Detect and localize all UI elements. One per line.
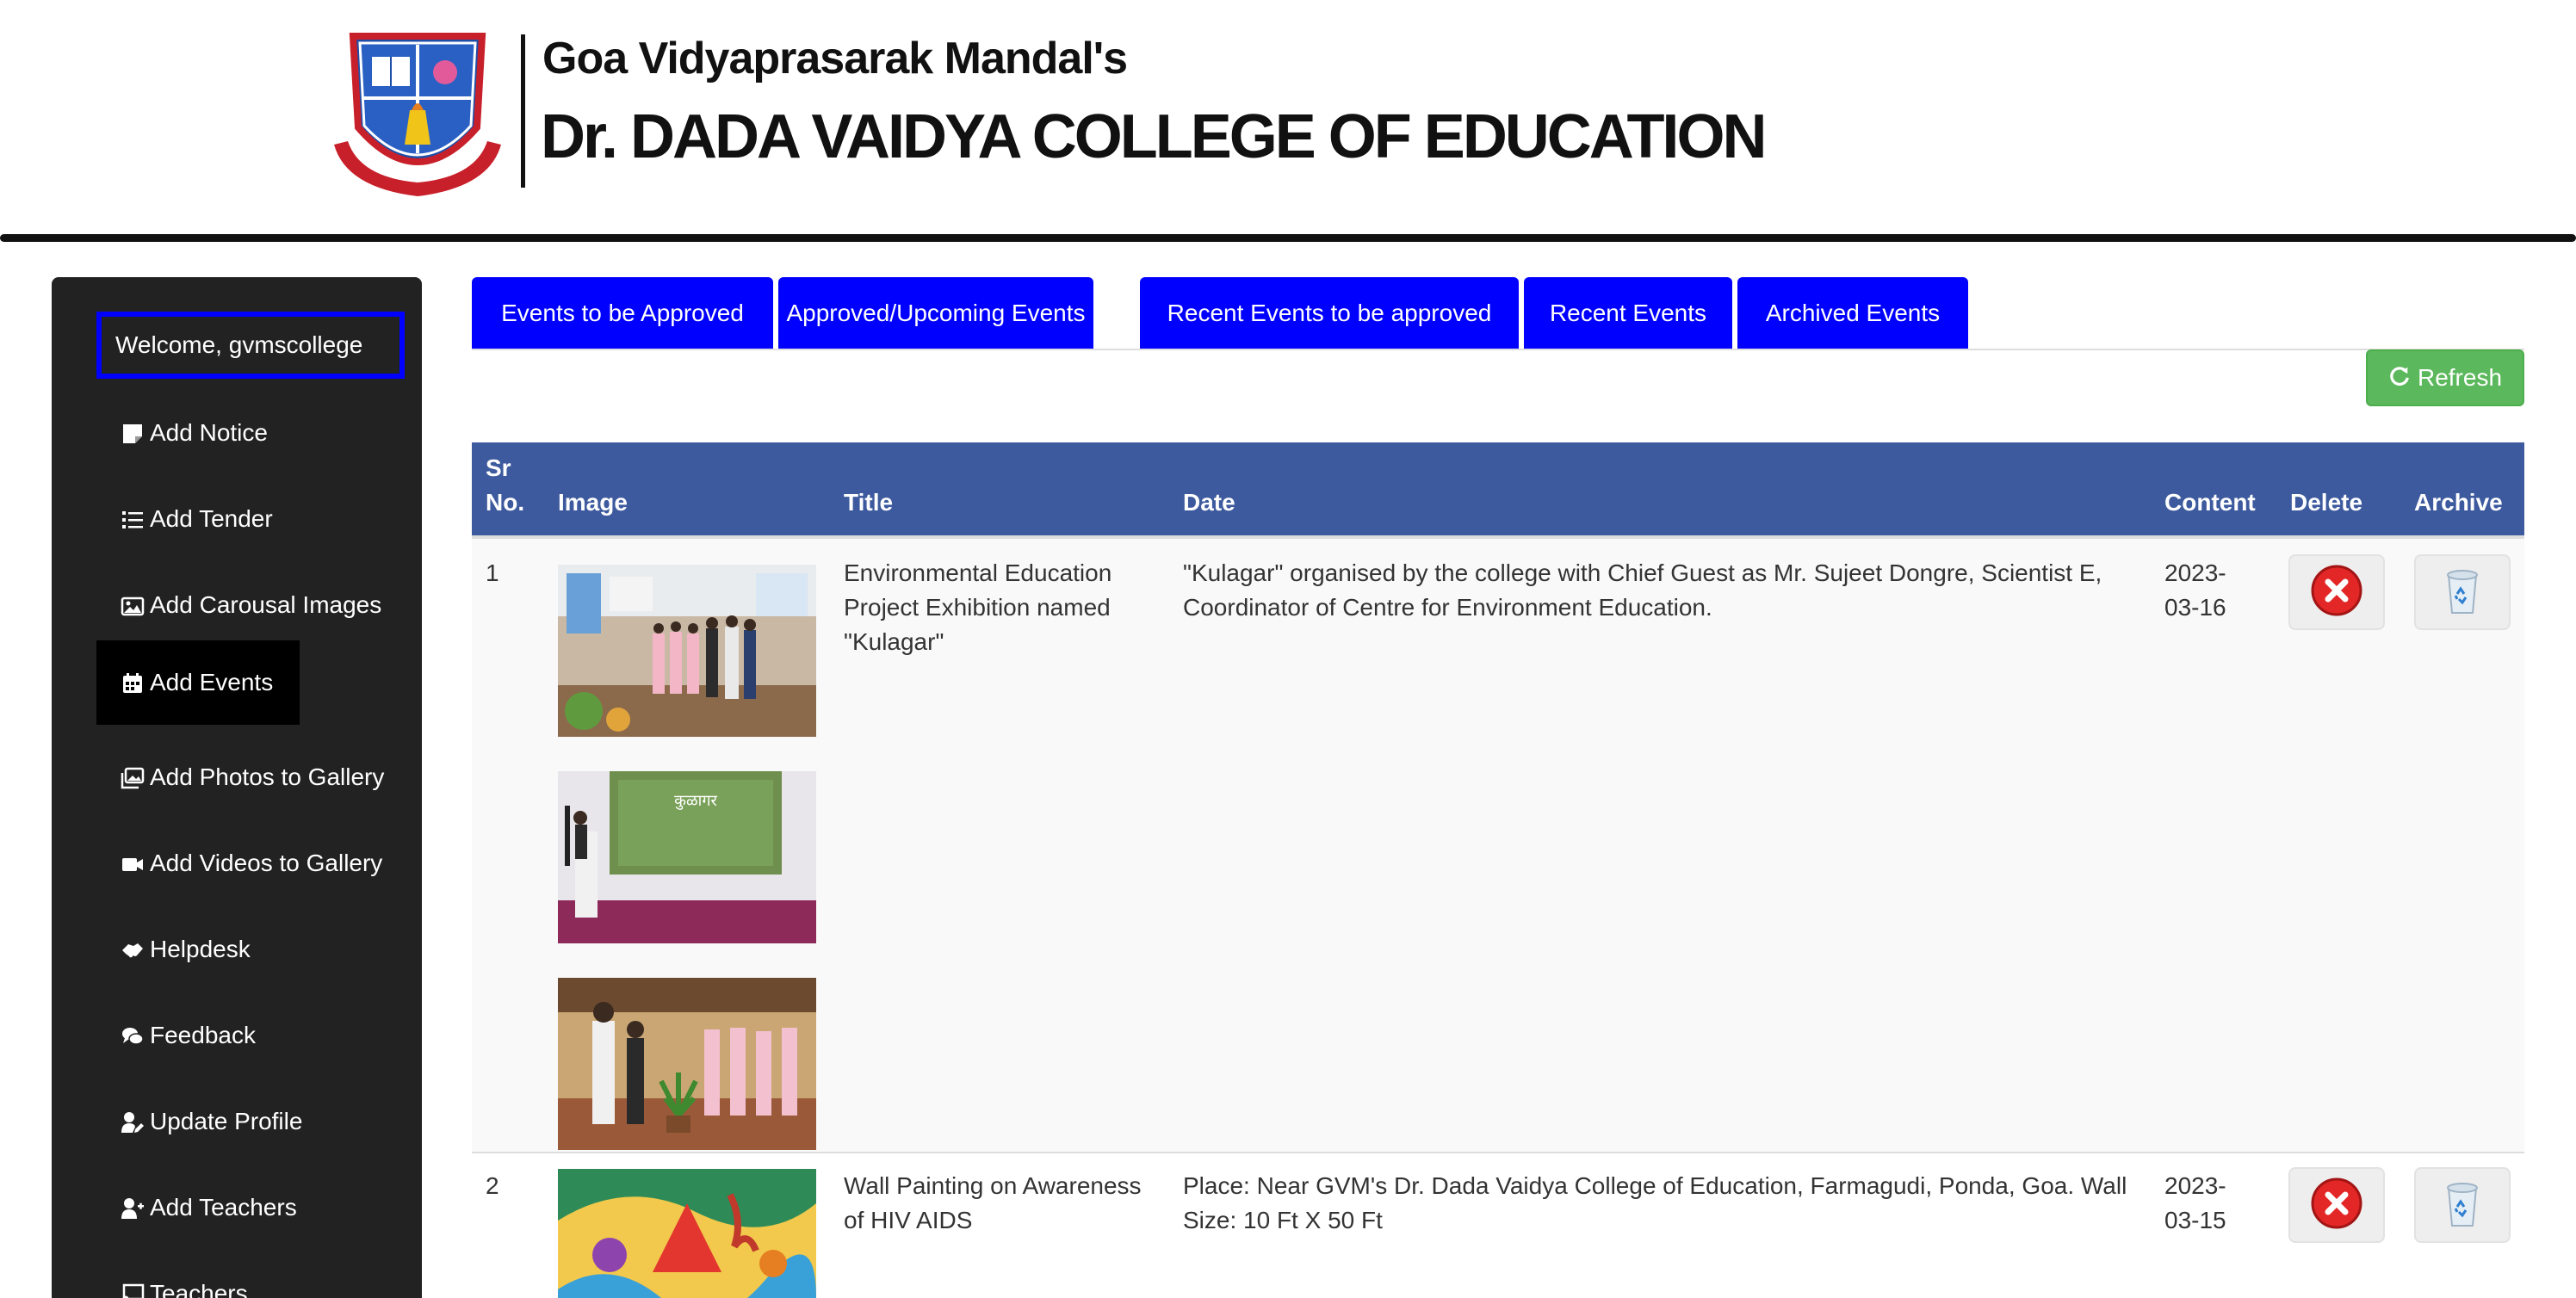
sidebar-item-label: Add Videos to Gallery — [150, 850, 383, 876]
event-photo-exhibition-group[interactable] — [558, 565, 816, 737]
archive-button[interactable] — [2414, 1167, 2511, 1243]
sidebar-item-add-notice[interactable]: Add Notice — [96, 391, 292, 475]
chalkboard-icon — [121, 1281, 146, 1298]
handshake-icon — [121, 936, 146, 962]
refresh-icon — [2388, 364, 2411, 392]
sidebar-item-label: Update Profile — [150, 1108, 303, 1134]
sidebar-item-add-photos-to-gallery[interactable]: Add Photos to Gallery — [96, 735, 408, 819]
col-title: Title — [844, 489, 894, 516]
col-sr-line2: No. — [486, 489, 525, 516]
refresh-button[interactable]: Refresh — [2366, 349, 2524, 406]
sidebar-item-label: Add Teachers — [150, 1194, 297, 1221]
event-date: "Kulagar" organised by the college with … — [1183, 559, 2102, 621]
sidebar-item-teachers[interactable]: Teachers — [96, 1252, 272, 1298]
tab-recent-events[interactable]: Recent Events — [1524, 277, 1732, 349]
images-icon — [121, 764, 146, 790]
calendar-icon — [121, 670, 146, 695]
table-row: 1 कुळागर Environmental Education Project… — [472, 539, 2524, 1153]
event-photo-presentation[interactable]: कुळागर — [558, 771, 816, 943]
sidebar: Welcome, gvmscollege Add Notice Add Tend… — [52, 277, 422, 1298]
tab-events-to-be-approved[interactable]: Events to be Approved — [472, 277, 773, 349]
row-sr: 1 — [486, 559, 499, 586]
recycle-bin-icon — [2435, 563, 2490, 622]
col-date: Date — [1183, 489, 1235, 516]
comments-icon — [121, 1023, 146, 1048]
sticky-note-icon — [121, 420, 146, 446]
col-image: Image — [558, 489, 628, 516]
image-icon — [121, 592, 146, 618]
sidebar-item-label: Add Notice — [150, 419, 268, 446]
col-sr-line1: Sr — [486, 454, 511, 481]
tabs-divider — [472, 349, 2524, 350]
page-header: Goa Vidyaprasarak Mandal's Dr. DADA VAID… — [0, 0, 2576, 243]
recycle-bin-icon — [2435, 1176, 2490, 1235]
table-row: 2 Wall Painting on Awareness of HIV AIDS… — [472, 1153, 2524, 1298]
user-edit-icon — [121, 1109, 146, 1134]
sidebar-item-add-events[interactable]: Add Events — [96, 640, 300, 725]
sidebar-item-add-videos-to-gallery[interactable]: Add Videos to Gallery — [96, 821, 406, 906]
refresh-label: Refresh — [2417, 364, 2503, 391]
row-sr: 2 — [486, 1172, 499, 1199]
welcome-label: Welcome, gvmscollege — [96, 312, 405, 379]
event-title: Environmental Education Project Exhibiti… — [844, 559, 1112, 655]
event-title: Wall Painting on Awareness of HIV AIDS — [844, 1172, 1142, 1233]
header-divider — [521, 34, 525, 188]
college-name: Dr. DADA VAIDYA COLLEGE OF EDUCATION — [541, 102, 1767, 171]
delete-button[interactable] — [2288, 554, 2385, 630]
sidebar-item-label: Feedback — [150, 1022, 256, 1048]
col-content: Content — [2164, 489, 2256, 516]
org-name: Goa Vidyaprasarak Mandal's — [542, 34, 1128, 83]
delete-x-icon — [2309, 563, 2364, 622]
col-delete: Delete — [2290, 489, 2363, 516]
list-icon — [121, 506, 146, 532]
sidebar-item-add-teachers[interactable]: Add Teachers — [96, 1165, 321, 1250]
sidebar-item-label: Helpdesk — [150, 936, 251, 962]
sidebar-item-label: Add Photos to Gallery — [150, 763, 385, 790]
sidebar-item-update-profile[interactable]: Update Profile — [96, 1079, 326, 1164]
col-archive: Archive — [2414, 489, 2503, 516]
events-table: Sr No. Image Title Date Content Delete A… — [472, 442, 2524, 1298]
tab-recent-events-to-be-approved[interactable]: Recent Events to be approved — [1140, 277, 1519, 349]
archive-button[interactable] — [2414, 554, 2511, 630]
sidebar-item-label: Add Carousal Images — [150, 591, 382, 618]
user-plus-icon — [121, 1195, 146, 1221]
sidebar-item-label: Add Events — [150, 669, 274, 695]
sidebar-item-label: Add Tender — [150, 505, 273, 532]
event-date: Place: Near GVM's Dr. Dada Vaidya Colleg… — [1183, 1172, 2127, 1233]
sidebar-item-feedback[interactable]: Feedback — [96, 993, 280, 1078]
slide-title: कुळागर — [674, 792, 717, 810]
header-rule — [0, 234, 2576, 242]
sidebar-item-helpdesk[interactable]: Helpdesk — [96, 907, 275, 992]
event-content: 2023-03-15 — [2164, 1172, 2226, 1233]
sidebar-item-add-tender[interactable]: Add Tender — [96, 477, 297, 561]
table-header: Sr No. Image Title Date Content Delete A… — [472, 442, 2524, 539]
tab-approved-upcoming-events[interactable]: Approved/Upcoming Events — [778, 277, 1093, 349]
event-content: 2023-03-16 — [2164, 559, 2226, 621]
college-logo — [329, 24, 506, 201]
tab-archived-events[interactable]: Archived Events — [1737, 277, 1968, 349]
sidebar-item-add-carousal-images[interactable]: Add Carousal Images — [96, 563, 406, 647]
delete-x-icon — [2309, 1176, 2364, 1235]
sidebar-item-label: Teachers — [150, 1280, 248, 1298]
event-photo-ribbon-cutting[interactable] — [558, 978, 816, 1150]
event-photo-wall-painting[interactable] — [558, 1169, 816, 1298]
col-sr-no: Sr No. — [486, 451, 524, 520]
delete-button[interactable] — [2288, 1167, 2385, 1243]
video-icon — [121, 850, 146, 876]
